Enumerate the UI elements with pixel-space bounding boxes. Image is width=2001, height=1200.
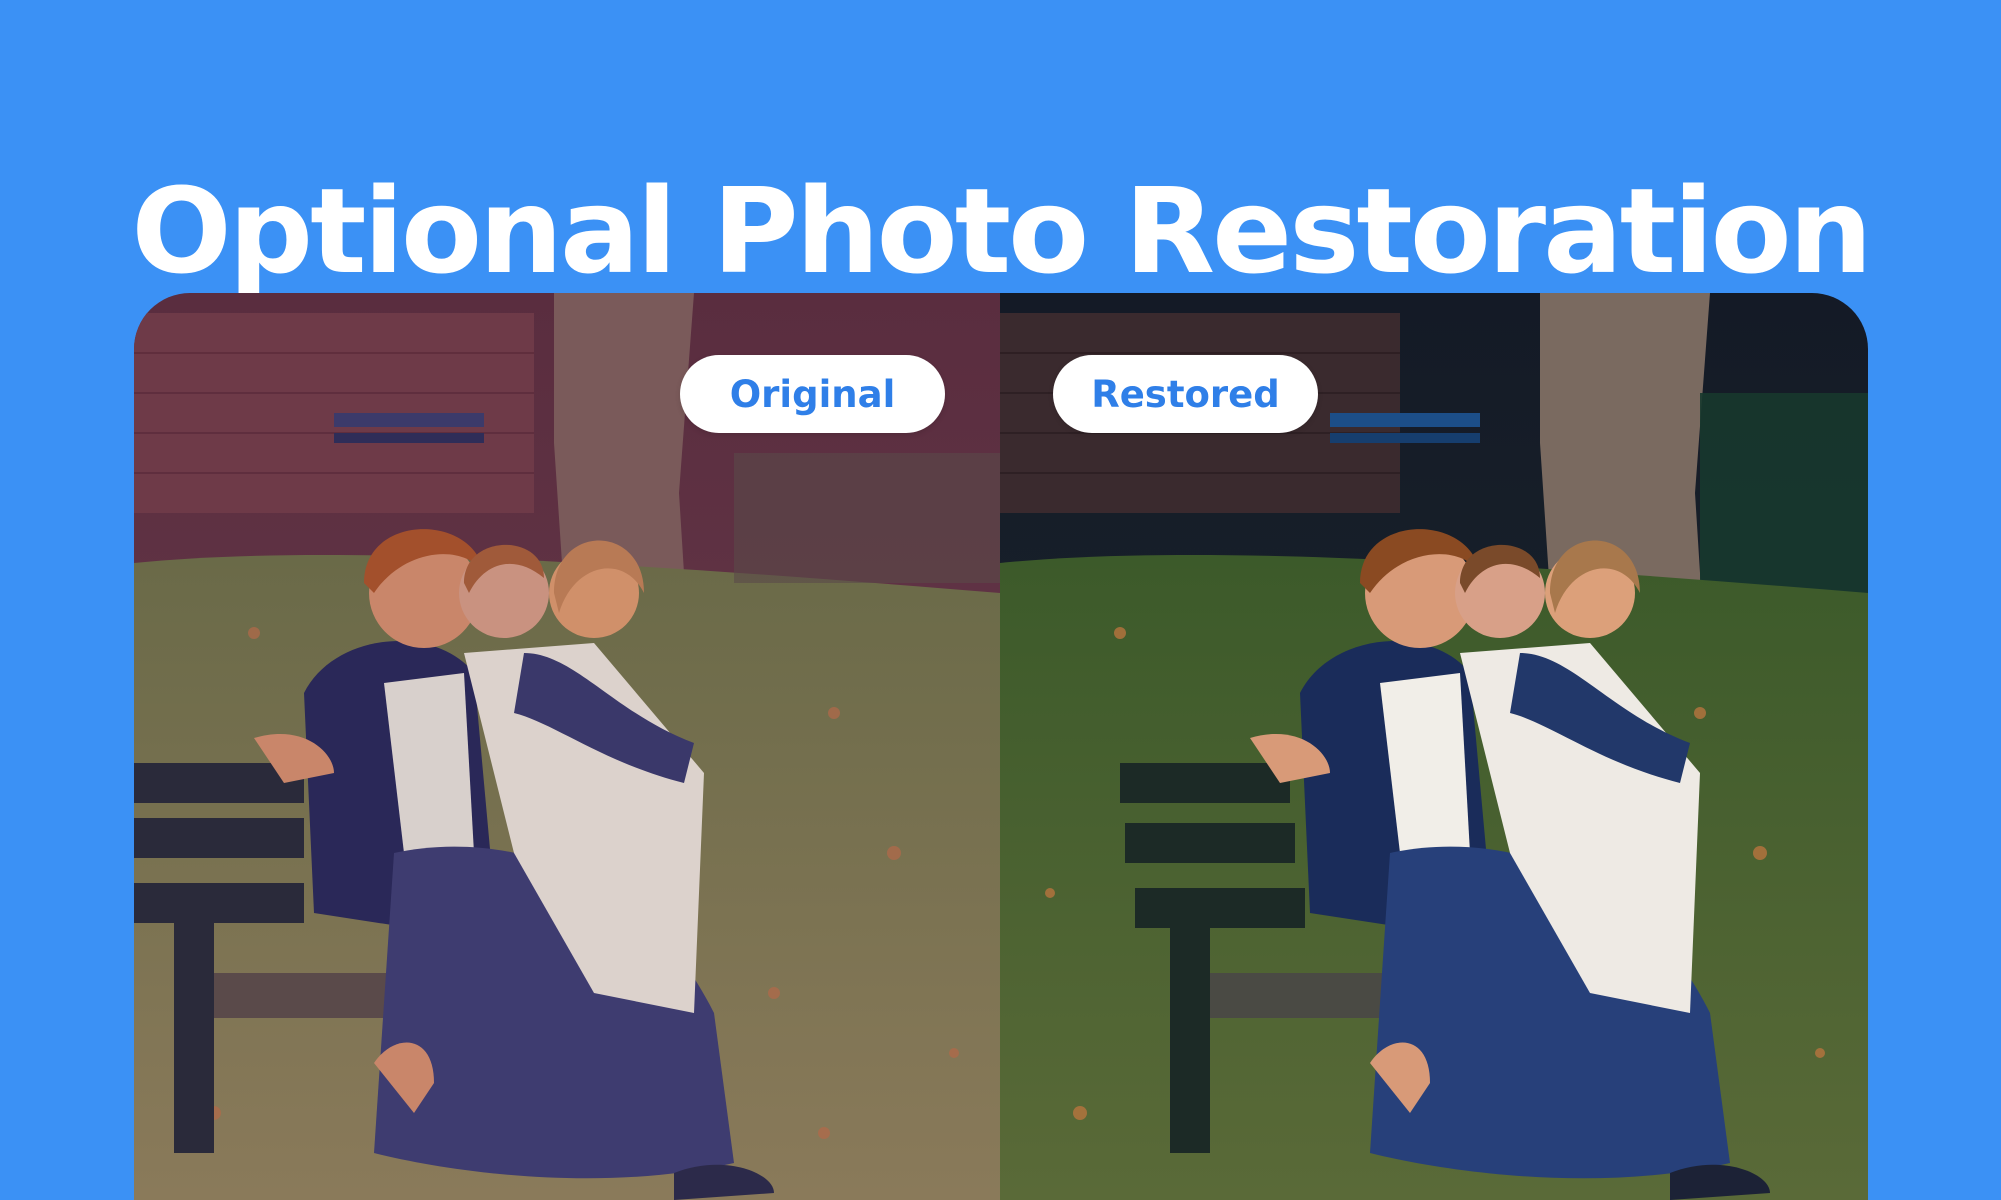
- comparison-card: Original Restored: [134, 293, 1868, 1200]
- original-label: Original: [680, 355, 945, 433]
- restored-label: Restored: [1053, 355, 1318, 433]
- page-title: Optional Photo Restoration: [131, 162, 1872, 301]
